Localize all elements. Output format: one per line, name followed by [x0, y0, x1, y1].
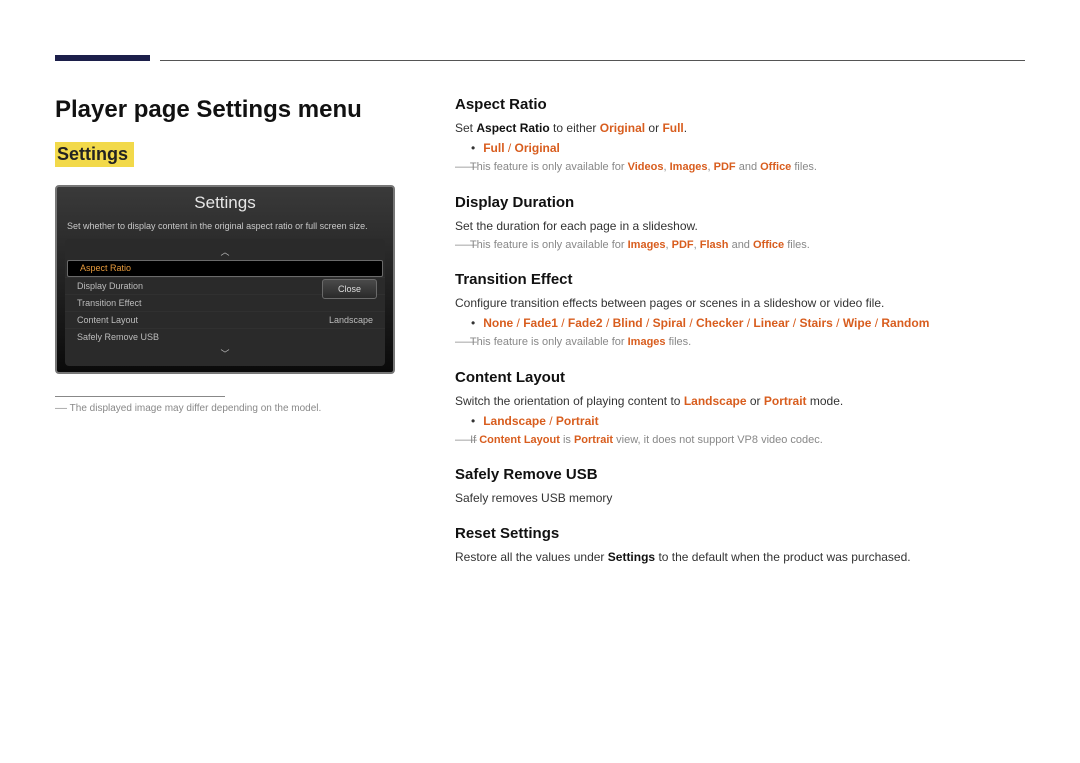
chevron-up-icon: ︿	[65, 243, 385, 260]
menu-label: Safely Remove USB	[77, 332, 159, 342]
footnote-text: The displayed image may differ depending…	[70, 403, 322, 414]
desc-display-duration: Set the duration for each page in a slid…	[455, 217, 1025, 235]
desc-content-layout: Switch the orientation of playing conten…	[455, 392, 1025, 410]
menu-label: Content Layout	[77, 315, 138, 325]
menu-label: Display Duration	[77, 281, 143, 291]
section-aspect-ratio: Aspect Ratio Set Aspect Ratio to either …	[455, 96, 1025, 176]
heading-content-layout: Content Layout	[455, 369, 1025, 386]
note-aspect-ratio: ―― This feature is only available for Vi…	[455, 159, 1025, 176]
note-transition-effect: ―― This feature is only available for Im…	[455, 334, 1025, 351]
options-aspect-ratio: Full / Original	[471, 141, 1025, 155]
desc-transition-effect: Configure transition effects between pag…	[455, 294, 1025, 312]
note-content-layout: ―― If Content Layout is Portrait view, i…	[455, 432, 1025, 449]
footnote-dash: ――	[55, 403, 67, 414]
options-transition-effect: None / Fade1 / Fade2 / Blind / Spiral / …	[471, 316, 1025, 330]
menu-label: Aspect Ratio	[80, 263, 131, 273]
menu-item-safely-remove-usb: Safely Remove USB	[65, 328, 385, 345]
menu-item-aspect-ratio: Aspect Ratio	[67, 260, 383, 277]
panel-title: Settings	[57, 187, 393, 219]
close-button: Close	[322, 279, 377, 299]
heading-reset-settings: Reset Settings	[455, 525, 1025, 542]
section-display-duration: Display Duration Set the duration for ea…	[455, 194, 1025, 254]
menu-label: Transition Effect	[77, 298, 142, 308]
panel-desc: Set whether to display content in the or…	[57, 219, 393, 239]
desc-safely-remove-usb: Safely removes USB memory	[455, 489, 1025, 507]
heading-transition-effect: Transition Effect	[455, 271, 1025, 288]
footnote: ―― The displayed image may differ depend…	[55, 403, 395, 414]
desc-reset-settings: Restore all the values under Settings to…	[455, 548, 1025, 566]
rule-thin	[160, 60, 1025, 61]
subtitle-highlight: Settings	[55, 142, 134, 167]
menu-item-content-layout: Content Layout Landscape	[65, 311, 385, 328]
chevron-down-icon: ﹀	[65, 345, 385, 362]
section-reset-settings: Reset Settings Restore all the values un…	[455, 525, 1025, 566]
options-content-layout: Landscape / Portrait	[471, 414, 1025, 428]
settings-screenshot: Settings Set whether to display content …	[55, 185, 395, 374]
header-rule	[55, 55, 1025, 61]
menu-value: Landscape	[329, 315, 373, 325]
heading-display-duration: Display Duration	[455, 194, 1025, 211]
section-content-layout: Content Layout Switch the orientation of…	[455, 369, 1025, 449]
note-display-duration: ―― This feature is only available for Im…	[455, 237, 1025, 254]
rule-thick	[55, 55, 150, 61]
footnote-rule	[55, 396, 225, 397]
section-transition-effect: Transition Effect Configure transition e…	[455, 271, 1025, 351]
heading-aspect-ratio: Aspect Ratio	[455, 96, 1025, 113]
menu-list: Aspect Ratio Display Duration Transition…	[65, 260, 385, 345]
heading-safely-remove-usb: Safely Remove USB	[455, 466, 1025, 483]
desc-aspect-ratio: Set Aspect Ratio to either Original or F…	[455, 119, 1025, 137]
page-title: Player page Settings menu	[55, 96, 395, 124]
section-safely-remove-usb: Safely Remove USB Safely removes USB mem…	[455, 466, 1025, 507]
